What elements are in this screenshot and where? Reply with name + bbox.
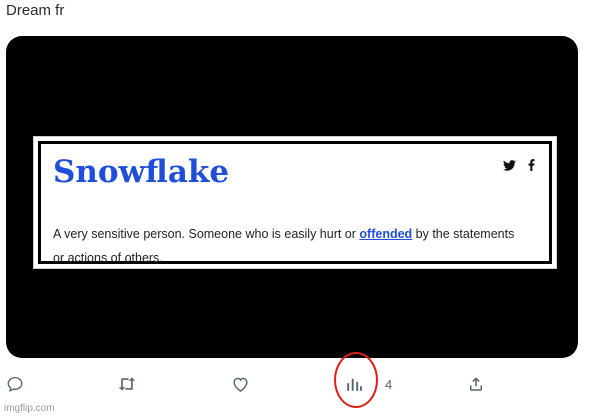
- definition-card-frame: Snowflake A very sensitive person. Someo…: [38, 141, 552, 265]
- retweet-button[interactable]: [117, 371, 137, 397]
- share-button[interactable]: [467, 371, 485, 397]
- tweet-text: Dream fr: [6, 2, 65, 19]
- share-icon: [467, 375, 485, 393]
- tweet-media[interactable]: Snowflake A very sensitive person. Someo…: [6, 36, 578, 358]
- like-button[interactable]: [231, 371, 250, 397]
- views-count: 4: [385, 376, 393, 392]
- definition-card: Snowflake A very sensitive person. Someo…: [33, 136, 557, 269]
- twitter-icon[interactable]: [503, 158, 516, 176]
- definition-text-before: A very sensitive person. Someone who is …: [53, 227, 360, 241]
- views-icon: [345, 375, 363, 393]
- retweet-icon: [117, 375, 137, 393]
- definition-word: Snowflake: [53, 154, 230, 190]
- offended-link[interactable]: offended: [359, 227, 412, 241]
- definition-text: A very sensitive person. Someone who is …: [53, 222, 523, 270]
- reply-icon: [6, 375, 24, 393]
- tweet-action-bar: 4: [0, 371, 597, 399]
- like-icon: [231, 375, 250, 393]
- reply-button[interactable]: [6, 371, 24, 397]
- definition-share-icons: [503, 158, 535, 176]
- imgflip-watermark: imgflip.com: [4, 403, 55, 414]
- views-button[interactable]: 4: [345, 371, 392, 397]
- facebook-icon[interactable]: [528, 158, 535, 176]
- tweet-page: Dream fr Snowflake A very sensitive pers…: [0, 0, 597, 418]
